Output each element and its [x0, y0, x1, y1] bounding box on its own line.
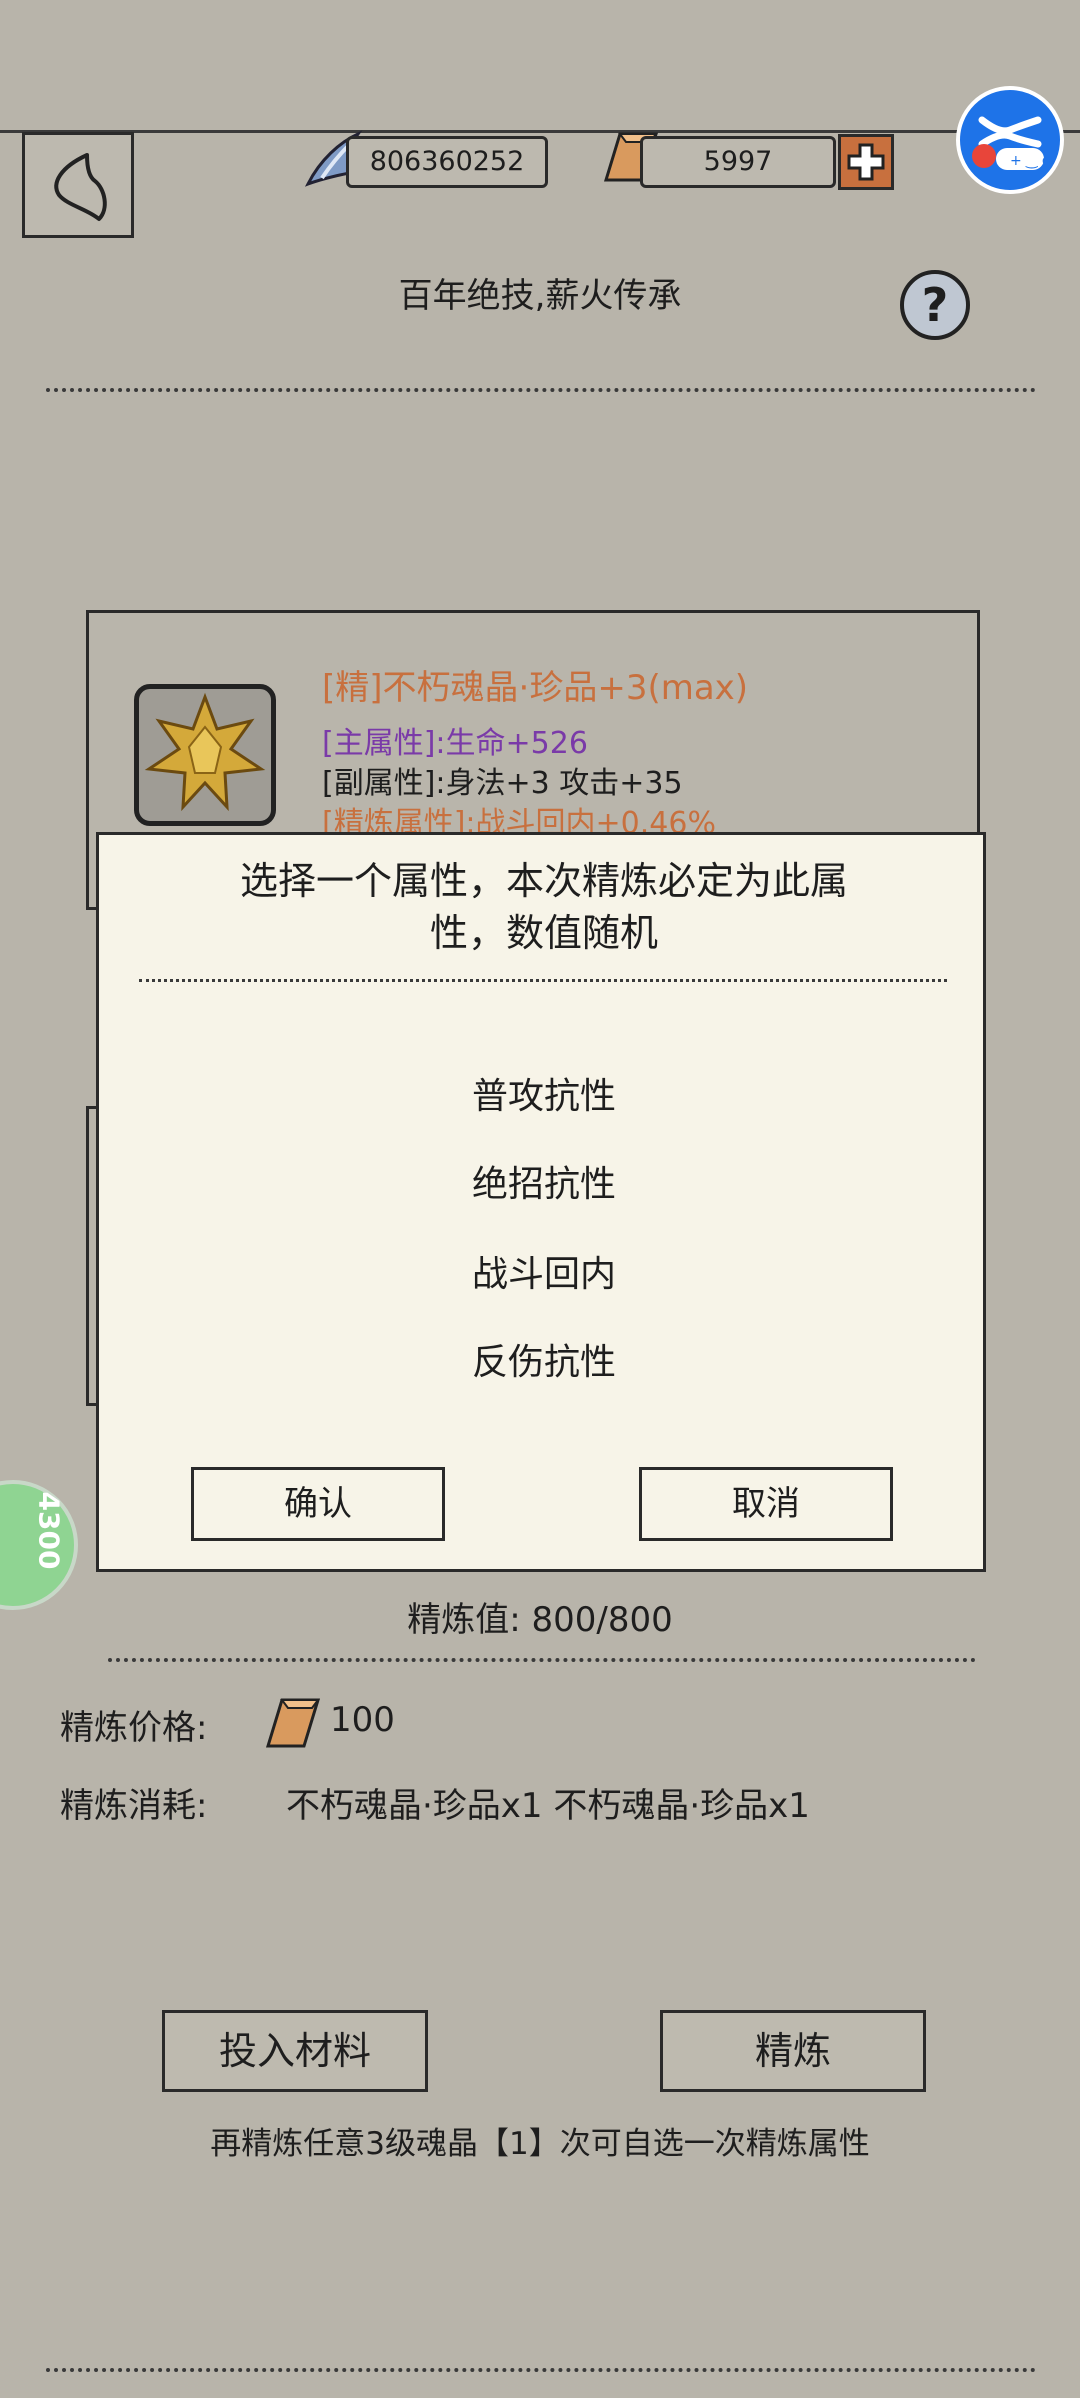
- attribute-select-dialog: 选择一个属性，本次精炼必定为此属 性，数值随机 普攻抗性 绝招抗性 战斗回内 反…: [96, 832, 986, 1572]
- option-ultimate-resist[interactable]: 绝招抗性: [99, 1155, 989, 1207]
- dialog-title-line-1: 选择一个属性，本次精炼必定为此属: [239, 859, 848, 903]
- item-sub-attr: [副属性]:身法+3 攻击+35: [322, 766, 683, 801]
- svg-text:+ ‿ o: + ‿ o: [1010, 153, 1050, 169]
- refine-cost-items: 不朽魂晶·珍品x1 不朽魂晶·珍品x1: [286, 1786, 810, 1826]
- item-icon[interactable]: [134, 684, 276, 826]
- item-main-attr: [主属性]:生命+526: [322, 726, 588, 761]
- add-currency-button[interactable]: [838, 134, 894, 190]
- refine-hint: 再精炼任意3级魂晶【1】次可自选一次精炼属性: [210, 2126, 870, 2162]
- side-badge-text: 4300: [32, 1491, 66, 1570]
- card-edge: [86, 1106, 96, 1406]
- plus-icon: [847, 143, 885, 181]
- soul-crystal-icon: [144, 692, 266, 812]
- app-logo-icon[interactable]: + ‿ o: [956, 86, 1064, 194]
- add-material-button[interactable]: 投入材料: [162, 2010, 428, 2092]
- divider: [46, 388, 1036, 392]
- divider: [108, 1658, 976, 1662]
- refine-cost-label: 精炼消耗:: [60, 1786, 208, 1826]
- gold-bar-icon: [262, 1694, 324, 1756]
- currency-gold-amount: 5997: [640, 136, 836, 188]
- back-button[interactable]: [22, 132, 134, 238]
- refine-value: 精炼值: 800/800: [407, 1600, 673, 1640]
- side-badge[interactable]: 4300: [0, 1480, 78, 1610]
- confirm-button[interactable]: 确认: [191, 1467, 445, 1541]
- top-divider: [0, 130, 1080, 133]
- option-reflect-resist[interactable]: 反伤抗性: [99, 1333, 989, 1385]
- refine-price-value: 100: [330, 1700, 395, 1740]
- dialog-divider: [139, 979, 947, 982]
- help-button[interactable]: ?: [900, 270, 970, 340]
- dialog-title: 选择一个属性，本次精炼必定为此属 性，数值随机: [99, 855, 989, 959]
- option-battle-regen[interactable]: 战斗回内: [99, 1245, 989, 1297]
- refine-price-label: 精炼价格:: [60, 1708, 208, 1748]
- divider: [46, 2368, 1036, 2372]
- option-attack-resist[interactable]: 普攻抗性: [99, 1067, 989, 1119]
- cancel-button[interactable]: 取消: [639, 1467, 893, 1541]
- back-arrow-icon: [54, 153, 107, 221]
- item-name: [精]不朽魂晶·珍品+3(max): [322, 668, 749, 708]
- dialog-title-line-2: 性，数值随机: [429, 911, 658, 955]
- currency-moon-amount: 806360252: [346, 136, 548, 188]
- refine-button[interactable]: 精炼: [660, 2010, 926, 2092]
